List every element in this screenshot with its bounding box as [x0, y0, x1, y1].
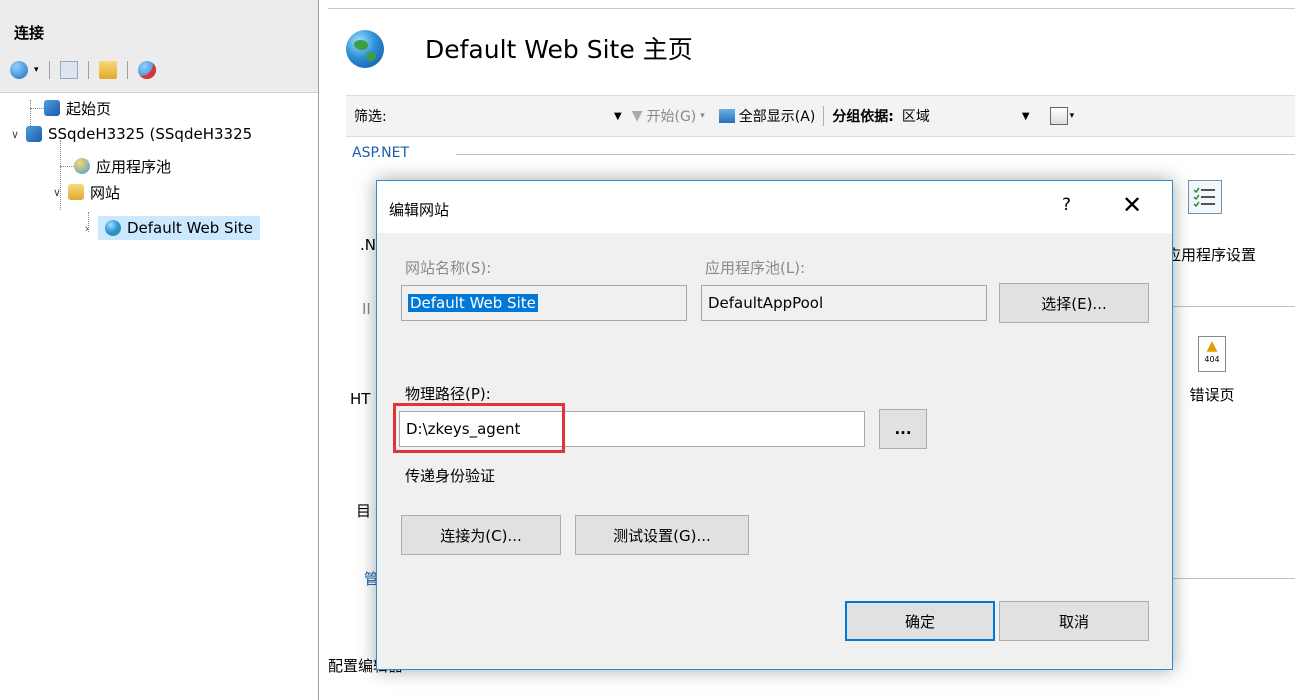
tree-item-server[interactable]: ∨ SSqdeH3325 (SSqdeH3325 [8, 122, 252, 146]
pass-through-label: 传递身份验证 [405, 467, 496, 485]
app-pool-field: DefaultAppPool [701, 285, 987, 321]
highlight-annotation [393, 403, 565, 453]
save-icon[interactable] [59, 61, 78, 79]
start-page-icon [44, 100, 60, 116]
chevron-down-icon[interactable]: ∨ [50, 186, 64, 199]
partial-section-label: II [362, 300, 371, 318]
tree-item-label: 起始页 [66, 99, 112, 118]
edit-site-dialog: 编辑网站 ? ✕ 网站名称(S): Default Web Site 应用程序池… [376, 180, 1173, 670]
chevron-right-icon[interactable]: › [80, 222, 94, 235]
show-all-button[interactable]: 全部显示(A) [718, 106, 816, 126]
connect-icon[interactable] [10, 61, 28, 79]
group-by-label: 分组依据: [832, 109, 894, 125]
physical-path-label: 物理路径(P): [405, 385, 491, 403]
warning-icon: ▲ [1206, 338, 1218, 354]
test-settings-button[interactable]: 测试设置(G)... [575, 515, 749, 555]
close-icon[interactable]: ✕ [1122, 191, 1142, 219]
partial-feature-label: .N [360, 236, 376, 254]
view-mode-icon[interactable] [1049, 107, 1068, 125]
tree-item-label: SSqdeH3325 (SSqdeH3325 [48, 125, 253, 143]
connections-title: 连接 [14, 24, 45, 42]
disconnect-icon[interactable] [137, 61, 156, 79]
site-name-label: 网站名称(S): [405, 259, 492, 277]
connect-as-button[interactable]: 连接为(C)... [401, 515, 561, 555]
chevron-down-icon[interactable]: ▼ [614, 111, 622, 122]
group-by-select[interactable]: 区域 [902, 106, 1022, 126]
tree-item-label: 网站 [90, 183, 121, 202]
connections-pane: 连接 ▾ 起始页 ∨ SSqdeH3325 (SSqdeH3325 应用程序池 … [0, 0, 319, 700]
select-app-pool-button[interactable]: 选择(E)... [999, 283, 1149, 323]
chevron-down-icon[interactable]: ▾ [1070, 111, 1075, 121]
app-pool-label: 应用程序池(L): [705, 259, 806, 277]
tree-item-default-web-site[interactable]: › Default Web Site [80, 216, 260, 240]
partial-feature-label: HT [350, 390, 371, 408]
up-folder-icon[interactable] [98, 61, 117, 79]
chevron-down-icon: ▾ [700, 111, 705, 121]
chevron-down-icon[interactable]: ▾ [34, 65, 39, 75]
connections-toolbar: ▾ [10, 56, 156, 84]
dialog-titlebar: 编辑网站 ? ✕ [377, 181, 1172, 233]
globe-icon [105, 220, 121, 236]
ok-button[interactable]: 确定 [845, 601, 995, 641]
app-pool-icon [74, 158, 90, 174]
error-pages-icon[interactable]: ▲ 404 [1198, 336, 1226, 372]
error-pages-label[interactable]: 错误页 [1180, 384, 1244, 405]
section-header-aspnet: ASP.NET [352, 145, 410, 161]
connections-header: 连接 ▾ [0, 0, 318, 93]
partial-feature-label: 目 [356, 502, 372, 520]
server-icon [26, 126, 42, 142]
funnel-icon: ▼ [631, 108, 643, 124]
page-title: Default Web Site 主页 [425, 35, 693, 64]
app-settings-label[interactable]: 应用程序设置 [1166, 244, 1256, 266]
tree-selected-node[interactable]: Default Web Site [98, 216, 260, 240]
folder-icon [68, 184, 84, 200]
show-all-label: 全部显示(A) [738, 109, 816, 125]
site-name-field[interactable]: Default Web Site [401, 285, 687, 321]
error-code: 404 [1204, 355, 1220, 364]
show-all-icon [718, 109, 735, 123]
chevron-down-icon[interactable]: ▼ [1022, 111, 1030, 122]
globe-icon [346, 30, 384, 68]
filter-bar: 筛选: ▼ ▼ 开始(G) ▾ 全部显示(A) 分组依据: 区域 ▼ ▾ [346, 95, 1295, 137]
site-name-value: Default Web Site [408, 294, 538, 312]
app-pool-value: DefaultAppPool [708, 294, 824, 312]
browse-button[interactable]: ... [879, 409, 927, 449]
tree-item-app-pools[interactable]: 应用程序池 [74, 154, 171, 178]
cancel-button[interactable]: 取消 [999, 601, 1149, 641]
tree-item-label: Default Web Site [127, 219, 253, 237]
filter-label: 筛选: [354, 109, 387, 125]
help-icon[interactable]: ? [1062, 195, 1071, 215]
tree-item-label: 应用程序池 [96, 157, 172, 176]
chevron-down-icon[interactable]: ∨ [8, 128, 22, 141]
tree-item-start-page[interactable]: 起始页 [44, 96, 111, 120]
start-label: 开始(G) [646, 109, 697, 125]
dialog-title: 编辑网站 [389, 201, 450, 219]
app-settings-icon[interactable] [1188, 180, 1222, 214]
tree-item-sites[interactable]: ∨ 网站 [50, 180, 120, 204]
start-filter-button[interactable]: ▼ 开始(G) ▾ [632, 106, 705, 126]
